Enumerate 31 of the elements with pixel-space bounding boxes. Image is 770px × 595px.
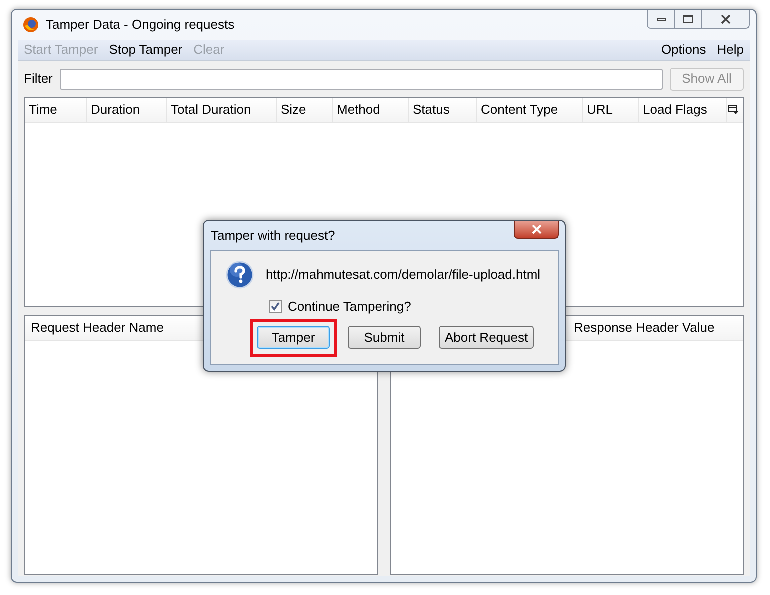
column-header[interactable]: Total Duration bbox=[167, 98, 277, 122]
question-icon bbox=[226, 261, 254, 289]
column-header[interactable]: Content Type bbox=[477, 98, 583, 122]
column-header[interactable]: Load Flags bbox=[639, 98, 727, 122]
dialog-title: Tamper with request? bbox=[210, 226, 336, 245]
dialog-button[interactable]: Abort Request bbox=[439, 326, 534, 349]
close-button[interactable] bbox=[514, 221, 559, 239]
close-icon bbox=[532, 225, 542, 234]
column-header[interactable]: URL bbox=[583, 98, 639, 122]
menu-item[interactable]: Options bbox=[657, 40, 710, 60]
checkbox-label: Continue Tampering? bbox=[288, 298, 412, 316]
column-header[interactable]: Status bbox=[409, 98, 477, 122]
close-button[interactable] bbox=[702, 10, 749, 28]
window-title: Tamper Data - Ongoing requests bbox=[46, 16, 235, 34]
maximize-button[interactable] bbox=[675, 10, 702, 28]
dialog-button[interactable]: Tamper bbox=[257, 326, 330, 349]
column-header[interactable]: Size bbox=[277, 98, 333, 122]
continue-checkbox[interactable] bbox=[269, 300, 282, 314]
filter-label: Filter bbox=[24, 70, 53, 88]
browser-logo-icon bbox=[23, 17, 39, 33]
minimize-button[interactable] bbox=[648, 10, 675, 28]
request-url: http://mahmutesat.com/demolar/file-upload.html bbox=[266, 266, 541, 284]
column-picker-icon[interactable] bbox=[728, 105, 739, 115]
column-header[interactable]: Time bbox=[25, 98, 87, 122]
menu-item[interactable]: Stop Tamper bbox=[105, 40, 187, 60]
column-header[interactable]: Method bbox=[333, 98, 409, 122]
dialog-button[interactable]: Submit bbox=[348, 326, 421, 349]
close-icon bbox=[720, 14, 730, 24]
filter-field[interactable] bbox=[60, 68, 663, 90]
column-header[interactable]: Duration bbox=[87, 98, 167, 122]
menu-item[interactable]: Help bbox=[713, 40, 748, 60]
